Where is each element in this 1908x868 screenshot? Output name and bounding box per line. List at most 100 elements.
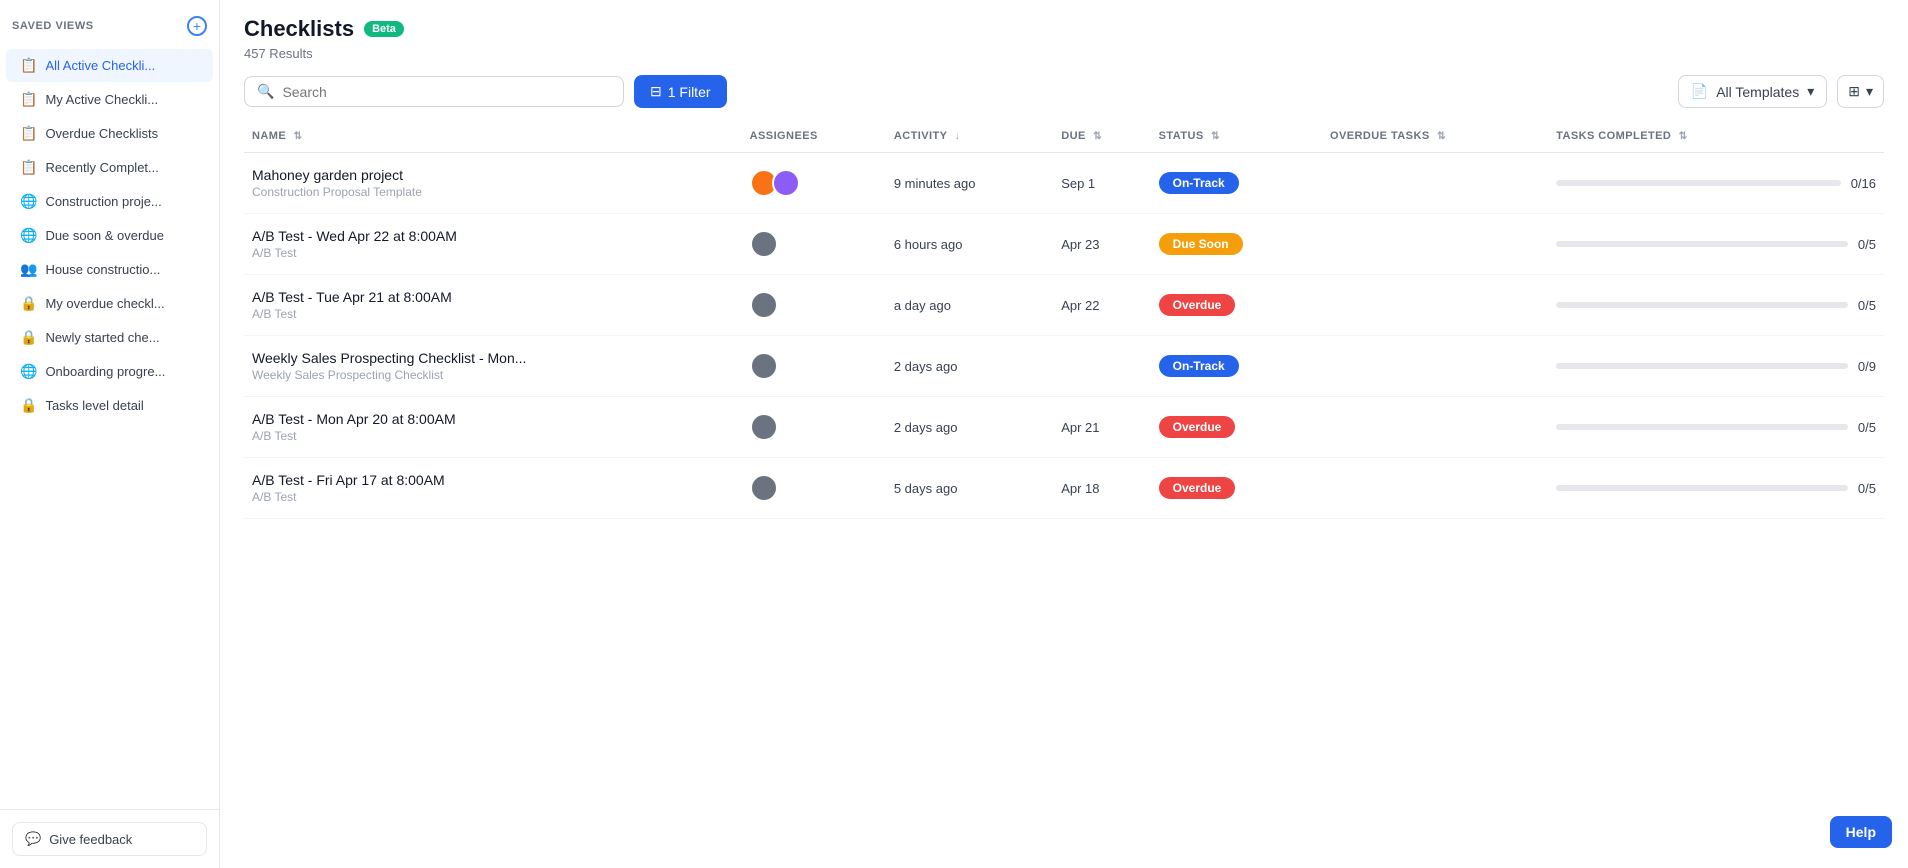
status-badge: On-Track [1159, 355, 1239, 377]
sidebar-item-due-soon[interactable]: 🌐 Due soon & overdue [6, 219, 213, 252]
avatar [750, 230, 778, 258]
assignees-avatars [750, 352, 878, 380]
sidebar-item-label: Tasks level detail [45, 398, 143, 413]
cell-status: Overdue [1151, 458, 1322, 519]
checklists-table: NAME ⇅ ASSIGNEES ACTIVITY ↓ DUE ⇅ STATUS… [244, 120, 1884, 519]
sidebar-item-icon: 📋 [20, 125, 37, 142]
cell-tasks-completed: 0/5 [1548, 458, 1884, 519]
sidebar-item-tasks-level[interactable]: 🔒 Tasks level detail [6, 389, 213, 422]
sidebar-item-newly-started[interactable]: 🔒 Newly started che... [6, 321, 213, 354]
col-overdue-tasks[interactable]: OVERDUE TASKS ⇅ [1322, 120, 1548, 153]
col-status[interactable]: STATUS ⇅ [1151, 120, 1322, 153]
checklist-template: A/B Test [252, 246, 734, 260]
cell-tasks-completed: 0/16 [1548, 153, 1884, 214]
progress-label: 0/5 [1858, 481, 1876, 496]
col-due[interactable]: DUE ⇅ [1053, 120, 1150, 153]
table-body: Mahoney garden project Construction Prop… [244, 153, 1884, 519]
table-row[interactable]: A/B Test - Wed Apr 22 at 8:00AM A/B Test… [244, 214, 1884, 275]
sidebar-item-label: Recently Complet... [45, 160, 158, 175]
all-templates-button[interactable]: 📄 All Templates ▾ [1678, 75, 1827, 108]
filter-label: 1 Filter [668, 84, 711, 100]
give-feedback-button[interactable]: 💬 Give feedback [12, 822, 207, 856]
templates-chevron-icon: ▾ [1807, 83, 1814, 100]
sidebar-item-label: My overdue checkl... [45, 296, 164, 311]
progress-bar-background [1556, 424, 1848, 430]
activity-text: 2 days ago [894, 359, 958, 374]
progress-bar-background [1556, 241, 1848, 247]
sidebar-item-overdue[interactable]: 📋 Overdue Checklists [6, 117, 213, 150]
checklist-name: A/B Test - Wed Apr 22 at 8:00AM [252, 228, 734, 244]
col-tasks-completed[interactable]: TASKS COMPLETED ⇅ [1548, 120, 1884, 153]
checklist-name: Weekly Sales Prospecting Checklist - Mon… [252, 350, 734, 366]
activity-text: 5 days ago [894, 481, 958, 496]
status-badge: Overdue [1159, 416, 1236, 438]
feedback-icon: 💬 [25, 831, 41, 847]
search-input[interactable] [282, 84, 611, 100]
sidebar-item-label: My Active Checkli... [45, 92, 158, 107]
cell-tasks-completed: 0/5 [1548, 214, 1884, 275]
table-head: NAME ⇅ ASSIGNEES ACTIVITY ↓ DUE ⇅ STATUS… [244, 120, 1884, 153]
cell-activity: a day ago [886, 275, 1053, 336]
assignees-avatars [750, 291, 878, 319]
checklist-name: A/B Test - Mon Apr 20 at 8:00AM [252, 411, 734, 427]
sort-icon: ⇅ [1211, 131, 1220, 142]
sidebar-item-my-active[interactable]: 📋 My Active Checkli... [6, 83, 213, 116]
activity-text: 2 days ago [894, 420, 958, 435]
view-chevron-icon: ▾ [1866, 83, 1873, 100]
assignees-avatars [750, 230, 878, 258]
sidebar-item-house[interactable]: 👥 House constructio... [6, 253, 213, 286]
cell-tasks-completed: 0/5 [1548, 275, 1884, 336]
checklist-template: A/B Test [252, 490, 734, 504]
due-date: Apr 22 [1061, 298, 1099, 313]
sidebar-item-all-active[interactable]: 📋 All Active Checkli... [6, 49, 213, 82]
assignees-avatars [750, 169, 878, 197]
sidebar-item-label: House constructio... [45, 262, 160, 277]
cell-overdue-tasks [1322, 153, 1548, 214]
cell-overdue-tasks [1322, 397, 1548, 458]
help-button[interactable]: Help [1830, 816, 1892, 848]
cell-name: A/B Test - Tue Apr 21 at 8:00AM A/B Test [244, 275, 742, 336]
table-row[interactable]: A/B Test - Tue Apr 21 at 8:00AM A/B Test… [244, 275, 1884, 336]
cell-name: Weekly Sales Prospecting Checklist - Mon… [244, 336, 742, 397]
cell-status: On-Track [1151, 336, 1322, 397]
add-view-button[interactable]: + [187, 16, 207, 36]
sidebar-item-recently[interactable]: 📋 Recently Complet... [6, 151, 213, 184]
sidebar-item-label: Newly started che... [45, 330, 159, 345]
sidebar-item-icon: 🌐 [20, 363, 37, 380]
status-badge: Due Soon [1159, 233, 1243, 255]
progress-cell: 0/5 [1556, 420, 1876, 435]
avatar [750, 474, 778, 502]
cell-status: Due Soon [1151, 214, 1322, 275]
activity-text: 9 minutes ago [894, 176, 976, 191]
search-box[interactable]: 🔍 [244, 76, 624, 107]
sidebar-item-icon: 👥 [20, 261, 37, 278]
cell-activity: 9 minutes ago [886, 153, 1053, 214]
sidebar-item-icon: 🔒 [20, 329, 37, 346]
sidebar-item-onboarding[interactable]: 🌐 Onboarding progre... [6, 355, 213, 388]
sidebar-item-icon: 🌐 [20, 227, 37, 244]
cell-activity: 2 days ago [886, 336, 1053, 397]
table-row[interactable]: Weekly Sales Prospecting Checklist - Mon… [244, 336, 1884, 397]
filter-button[interactable]: ⊟ 1 Filter [634, 75, 727, 108]
view-toggle-button[interactable]: ⊞ ▾ [1837, 75, 1884, 108]
sort-icon: ⇅ [1679, 131, 1688, 142]
col-name[interactable]: NAME ⇅ [244, 120, 742, 153]
progress-label: 0/5 [1858, 420, 1876, 435]
table-row[interactable]: A/B Test - Fri Apr 17 at 8:00AM A/B Test… [244, 458, 1884, 519]
sidebar-item-construction[interactable]: 🌐 Construction proje... [6, 185, 213, 218]
col-activity[interactable]: ACTIVITY ↓ [886, 120, 1053, 153]
checklist-template: Construction Proposal Template [252, 185, 734, 199]
saved-views-label: Saved Views [12, 20, 94, 32]
due-date: Sep 1 [1061, 176, 1095, 191]
due-date: Apr 18 [1061, 481, 1099, 496]
cell-assignees [742, 458, 886, 519]
cell-due: Apr 18 [1053, 458, 1150, 519]
checklist-name: A/B Test - Tue Apr 21 at 8:00AM [252, 289, 734, 305]
sidebar-item-my-overdue[interactable]: 🔒 My overdue checkl... [6, 287, 213, 320]
table-row[interactable]: A/B Test - Mon Apr 20 at 8:00AM A/B Test… [244, 397, 1884, 458]
cell-name: A/B Test - Fri Apr 17 at 8:00AM A/B Test [244, 458, 742, 519]
table-row[interactable]: Mahoney garden project Construction Prop… [244, 153, 1884, 214]
cell-assignees [742, 336, 886, 397]
cell-name: A/B Test - Mon Apr 20 at 8:00AM A/B Test [244, 397, 742, 458]
cell-assignees [742, 397, 886, 458]
